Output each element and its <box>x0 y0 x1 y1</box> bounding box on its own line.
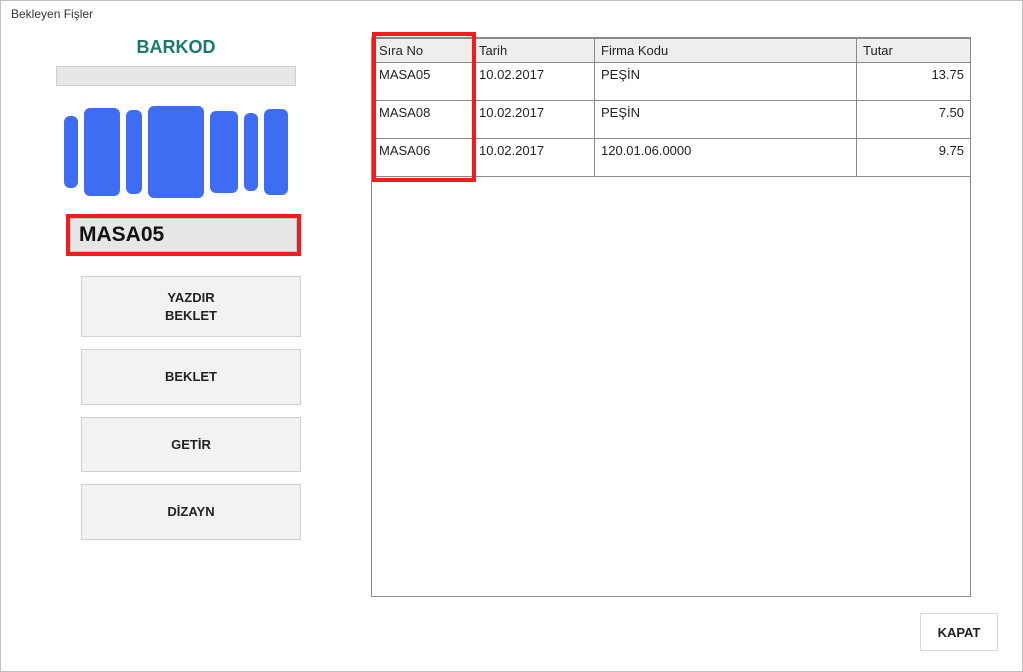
cell-firma: PEŞİN <box>595 63 857 101</box>
barcode-bar <box>84 108 120 196</box>
col-header-tarih[interactable]: Tarih <box>473 39 595 63</box>
left-panel: BARKOD MASA05 YAZDIR BEKLET BEKLET GETİR… <box>11 37 341 597</box>
table-row[interactable]: MASA06 10.02.2017 120.01.06.0000 9.75 <box>373 139 971 177</box>
cell-firma: 120.01.06.0000 <box>595 139 857 177</box>
button-label: BEKLET <box>82 307 300 325</box>
window: Bekleyen Fişler BARKOD MASA05 YAZDIR BEK… <box>0 0 1023 672</box>
cell-tarih: 10.02.2017 <box>473 63 595 101</box>
barcode-bar <box>244 113 258 191</box>
beklet-button[interactable]: BEKLET <box>81 349 301 405</box>
cell-sira: MASA05 <box>373 63 473 101</box>
col-header-firma[interactable]: Firma Kodu <box>595 39 857 63</box>
barcode-bar <box>126 110 142 194</box>
cell-firma: PEŞİN <box>595 101 857 139</box>
table-header-row: Sıra No Tarih Firma Kodu Tutar <box>373 39 971 63</box>
cell-sira: MASA06 <box>373 139 473 177</box>
yazdir-beklet-button[interactable]: YAZDIR BEKLET <box>81 276 301 337</box>
cell-tutar: 9.75 <box>857 139 971 177</box>
masa-input[interactable]: MASA05 <box>70 218 297 252</box>
cell-tutar: 7.50 <box>857 101 971 139</box>
receipts-grid[interactable]: Sıra No Tarih Firma Kodu Tutar MASA05 10… <box>371 37 971 597</box>
cell-sira: MASA08 <box>373 101 473 139</box>
barcode-icon <box>11 106 341 198</box>
cell-tutar: 13.75 <box>857 63 971 101</box>
table-row[interactable]: MASA08 10.02.2017 PEŞİN 7.50 <box>373 101 971 139</box>
cell-tarih: 10.02.2017 <box>473 139 595 177</box>
barcode-bar <box>148 106 204 198</box>
barcode-bar <box>210 111 238 193</box>
right-panel: Sıra No Tarih Firma Kodu Tutar MASA05 10… <box>371 37 1012 597</box>
table-row[interactable]: MASA05 10.02.2017 PEŞİN 13.75 <box>373 63 971 101</box>
col-header-tutar[interactable]: Tutar <box>857 39 971 63</box>
barcode-bar <box>64 116 78 188</box>
dizayn-button[interactable]: DİZAYN <box>81 484 301 540</box>
barkod-input[interactable] <box>56 66 296 86</box>
receipts-table: Sıra No Tarih Firma Kodu Tutar MASA05 10… <box>372 38 971 177</box>
cell-tarih: 10.02.2017 <box>473 101 595 139</box>
window-title: Bekleyen Fişler <box>1 1 1022 27</box>
button-label: YAZDIR <box>82 289 300 307</box>
barcode-bar <box>264 109 288 195</box>
masa-highlight: MASA05 <box>66 214 301 256</box>
getir-button[interactable]: GETİR <box>81 417 301 473</box>
content-area: BARKOD MASA05 YAZDIR BEKLET BEKLET GETİR… <box>1 27 1022 597</box>
col-header-sira[interactable]: Sıra No <box>373 39 473 63</box>
barkod-heading: BARKOD <box>11 37 341 58</box>
kapat-button[interactable]: KAPAT <box>920 613 998 651</box>
